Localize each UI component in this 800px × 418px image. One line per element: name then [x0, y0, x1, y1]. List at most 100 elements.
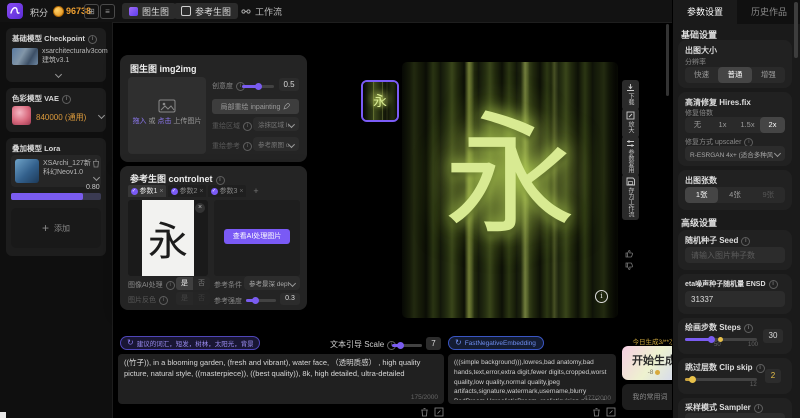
no-option[interactable]: 否	[193, 277, 210, 290]
trash-icon[interactable]	[92, 159, 100, 168]
image-placeholder-icon	[158, 99, 176, 113]
image-info-icon[interactable]: i	[595, 290, 608, 303]
view-ai-image-button[interactable]: 查看AI处理图片	[224, 229, 290, 244]
close-icon[interactable]: ×	[239, 188, 243, 195]
sampler-dropdown[interactable]: 建议步数搭配模式-易调试的 (DP	[685, 413, 785, 418]
cfg-scale-label: 文本引导 Scale	[330, 340, 384, 349]
thumbs-down-icon[interactable]	[623, 261, 634, 272]
close-icon[interactable]: ×	[159, 188, 163, 195]
steps-value[interactable]: 30	[763, 329, 783, 343]
controlnet-source-image[interactable]: 永	[142, 200, 194, 276]
clear-positive-icon[interactable]	[420, 407, 429, 417]
invert-toggle[interactable]: 是 否	[176, 292, 210, 305]
canvas-scrollbar[interactable]	[666, 24, 669, 96]
expand-positive-icon[interactable]	[434, 407, 444, 417]
thumbs-up-icon[interactable]	[623, 248, 634, 259]
add-controlnet-tab-button[interactable]: +	[248, 185, 264, 197]
lora-card[interactable]: XSArchi_127新科幻Neov1.0	[11, 155, 101, 187]
upscaler-dropdown[interactable]: R-ESRGAN 4x+ (适合多种风	[685, 146, 785, 161]
ai-process-toggle[interactable]: 是 否	[176, 277, 210, 290]
controlnet-tab-2-label: 参数2	[180, 186, 198, 196]
res-option-normal[interactable]: 普通	[718, 67, 751, 83]
result-thumbnail[interactable]: 永	[361, 80, 399, 122]
controlnet-tab-2[interactable]: ✓ 参数2 ×	[168, 185, 206, 197]
controlnet-tab-1-label: 参数1	[140, 186, 158, 196]
menu-button[interactable]: ≡	[100, 4, 115, 19]
hires-option-2x[interactable]: 2x	[760, 117, 785, 133]
grid-view-button[interactable]: ⊞	[84, 4, 99, 19]
controlnet-tab-3[interactable]: ✓ 参数3 ×	[208, 185, 246, 197]
generate-cost: -8	[648, 369, 654, 376]
ensd-input[interactable]	[685, 291, 785, 307]
add-lora-button[interactable]: + 添加	[11, 208, 101, 248]
positive-prompt-input[interactable]: ((竹子)), in a blooming garden, (fresh and…	[124, 358, 434, 392]
close-icon[interactable]: ×	[199, 188, 203, 195]
upload-drag-link[interactable]: 拖入	[133, 118, 147, 125]
denoise-slider[interactable]	[242, 85, 274, 88]
app-logo[interactable]	[7, 3, 23, 19]
settings-scrollbar[interactable]	[794, 2, 798, 58]
clip-skip-slider[interactable]	[685, 378, 757, 381]
batch-option-1[interactable]: 1张	[685, 187, 718, 203]
batch-option-4[interactable]: 4张	[718, 187, 751, 203]
checkpoint-name[interactable]: xsarchitecturalv3com建筑v3.1	[42, 47, 102, 66]
generated-image[interactable]: 永 i	[402, 62, 618, 318]
tab-params[interactable]: 参数设置	[673, 0, 737, 24]
vae-value[interactable]: 840000 (通用)	[36, 112, 86, 123]
controlnet-preview-box: 查看AI处理图片	[214, 200, 300, 276]
tab-history[interactable]: 历史作品	[737, 0, 800, 24]
res-option-fast[interactable]: 快速	[685, 67, 718, 83]
yes-option[interactable]: 是	[176, 277, 193, 290]
upload-dropzone[interactable]: 拖入 或 点击 上传图片	[128, 77, 206, 154]
inpaint-area-dropdown[interactable]: 涂抹区域 In	[253, 117, 299, 131]
chevron-down-icon[interactable]	[55, 71, 62, 78]
ref-strength-slider[interactable]	[246, 299, 276, 302]
negative-embedding-pill[interactable]: ↻ FastNegativeEmbedding	[448, 336, 544, 350]
yes-option[interactable]: 是	[176, 292, 193, 305]
tab-workflow[interactable]: 工作流	[234, 3, 289, 19]
negative-prompt-input[interactable]: (((simple background))),lowres,bad anato…	[454, 358, 608, 400]
plus-icon: +	[42, 221, 49, 235]
checkpoint-thumbnail[interactable]	[12, 48, 38, 65]
hires-option-none[interactable]: 无	[685, 117, 710, 133]
expand-negative-icon[interactable]	[606, 407, 616, 417]
download-button[interactable]: 下载	[622, 80, 639, 110]
resolution-segmented[interactable]: 快速 普通 增强	[685, 67, 785, 83]
ref-strength-value[interactable]: 0.3	[280, 293, 300, 305]
clip-skip-value[interactable]: 2	[765, 369, 781, 383]
hires-option-15x[interactable]: 1.5x	[735, 117, 760, 133]
inpaint-ref-dropdown[interactable]: 参考原图 or	[253, 137, 299, 151]
chevron-down-icon[interactable]	[93, 174, 100, 181]
tab-img2img-label: 图生图	[142, 5, 169, 18]
ref-condition-dropdown[interactable]: 参考景深 dept	[244, 276, 300, 290]
coin-icon	[53, 6, 64, 17]
tab-img2img[interactable]: 图生图	[122, 3, 176, 19]
zoom-image-button[interactable]: 放大	[622, 108, 639, 138]
hires-card: 高清修复 Hires.fix 修复倍数 无 1x 1.5x 2x 修复方式 up…	[678, 92, 792, 166]
seed-input[interactable]	[685, 247, 785, 263]
tab-ref-gen[interactable]: 参考生图	[174, 3, 238, 19]
suggest-words-pill[interactable]: ↻ 建议的词汇，短发，树林，太阳光，背景，动作，最佳质量	[120, 336, 260, 350]
vae-thumbnail[interactable]	[12, 106, 31, 125]
hires-scale-segmented[interactable]: 无 1x 1.5x 2x	[685, 117, 785, 133]
cfg-scale-value[interactable]: 7	[426, 337, 441, 350]
steps-title: 绘画步数 Steps	[685, 323, 741, 332]
save-workflow-button[interactable]: 存为工作流	[622, 174, 639, 220]
upload-click-link[interactable]: 点击	[157, 118, 171, 125]
inpaint-button[interactable]: 局部重绘 inpainting	[212, 99, 299, 114]
steps-slider[interactable]	[685, 338, 757, 341]
denoise-value[interactable]: 0.5	[279, 78, 299, 91]
no-option[interactable]: 否	[193, 292, 210, 305]
res-option-enhanced[interactable]: 增强	[752, 67, 785, 83]
ref-condition-value: 参考景深 dept	[249, 278, 289, 288]
remove-image-button[interactable]: ×	[195, 203, 205, 213]
reuse-params-button[interactable]: 参数复用	[622, 136, 639, 176]
hires-option-1x[interactable]: 1x	[710, 117, 735, 133]
chevron-down-icon[interactable]	[98, 112, 105, 119]
seed-title: 随机种子 Seed	[685, 236, 738, 245]
clear-negative-icon[interactable]	[592, 407, 601, 417]
batch-segmented[interactable]: 1张 4张 9张	[685, 187, 785, 203]
controlnet-tab-1[interactable]: ✓ 参数1 ×	[128, 185, 166, 197]
lora-weight-slider[interactable]	[11, 193, 101, 200]
cfg-scale-slider[interactable]	[392, 344, 422, 347]
